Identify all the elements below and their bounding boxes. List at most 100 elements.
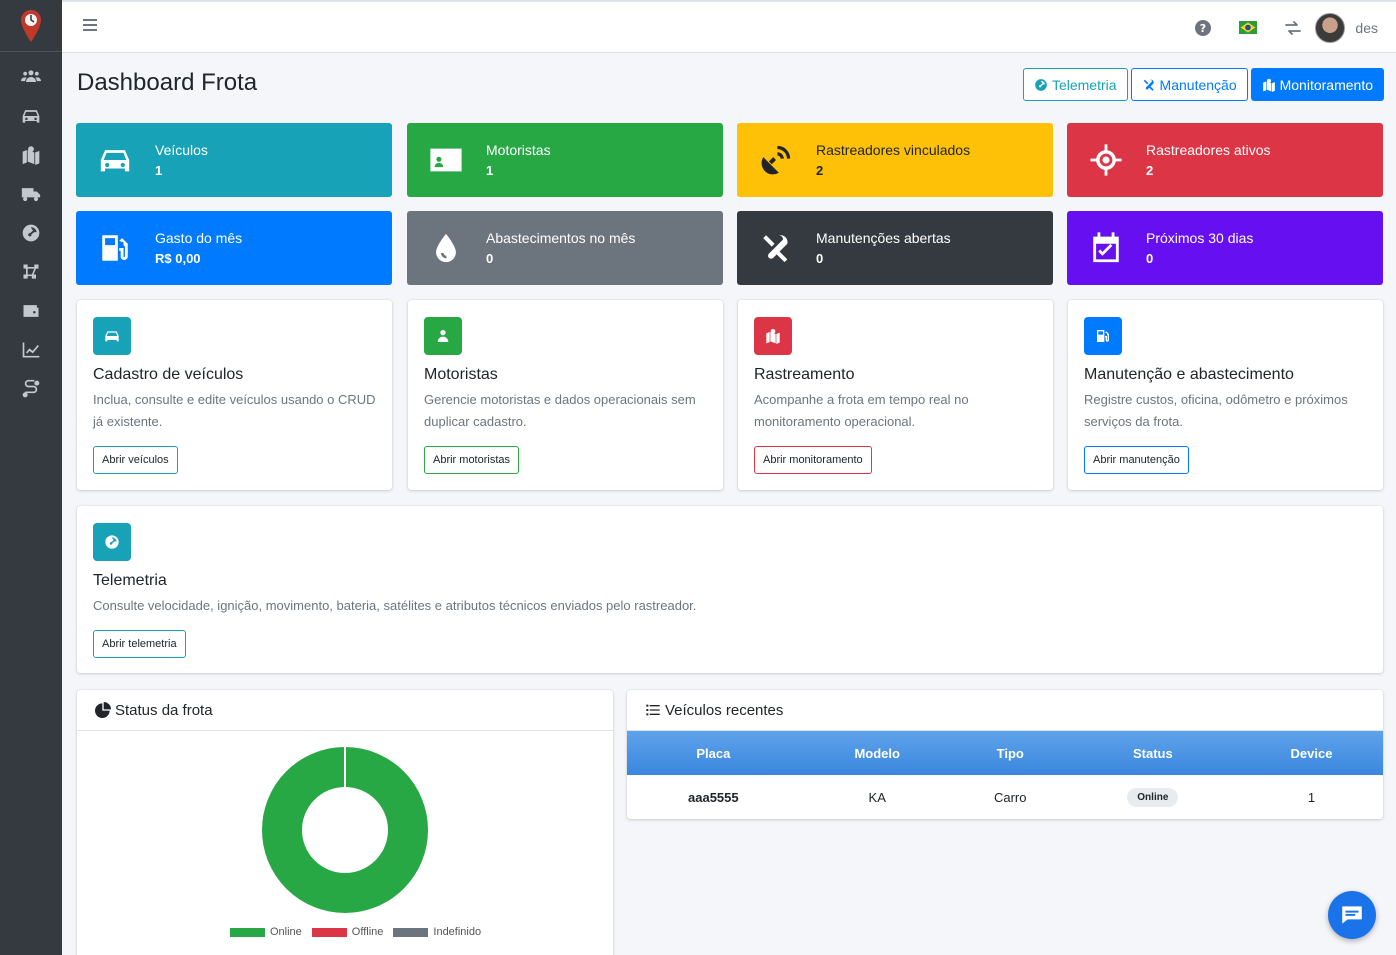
avatar[interactable]: [1315, 12, 1346, 43]
stat-label: Abastecimentos no mês: [486, 230, 636, 246]
monitoramento-button-label: Monitoramento: [1279, 76, 1373, 93]
legend-swatch-offline[interactable]: [311, 927, 347, 937]
feature-card-motoristas: Motoristas Gerencie motoristas e dados o…: [408, 300, 723, 490]
stat-rastreadores-vinculados[interactable]: Rastreadores vinculados 2: [737, 123, 1053, 197]
feature-icon-box: [754, 317, 792, 355]
sidebar-item-trucks[interactable]: [0, 174, 62, 213]
stat-veiculos[interactable]: Veículos 1: [76, 123, 392, 197]
veiculos-recentes-panel: Veículos recentes Placa Modelo Tipo Stat…: [627, 690, 1383, 819]
stat-label: Gasto do mês: [155, 230, 243, 246]
legend-swatch-online[interactable]: [230, 927, 265, 937]
stat-rastreadores-ativos[interactable]: Rastreadores ativos 2: [1067, 123, 1383, 197]
list-icon: [646, 704, 660, 716]
sidebar-item-wallet[interactable]: [0, 291, 62, 330]
users-icon: [21, 69, 41, 82]
feature-description: Consulte velocidade, ignição, movimento,…: [93, 598, 697, 613]
cell-status: Online: [1066, 775, 1240, 819]
column-header-device[interactable]: Device: [1240, 731, 1383, 775]
feature-description: Registre custos, oficina, odômetro e pró…: [1084, 392, 1348, 429]
legend-label-online[interactable]: Online: [270, 926, 302, 938]
abrir-motoristas-button[interactable]: Abrir motoristas: [424, 446, 520, 474]
chart-line-icon: [22, 342, 40, 357]
user-name[interactable]: des: [1355, 20, 1378, 36]
abrir-manutencao-button[interactable]: Abrir manutenção: [1084, 446, 1189, 474]
chart-pie-icon: [95, 702, 111, 718]
map-marked-icon: [1262, 78, 1275, 92]
wallet-icon: [23, 304, 39, 317]
status-badge: Online: [1127, 787, 1179, 807]
draw-polygon-icon: [23, 264, 39, 279]
feature-card-telemetria: Telemetria Consulte velocidade, ignição,…: [77, 506, 1383, 673]
page-title: Dashboard Frota: [77, 69, 258, 96]
stat-value: 1: [155, 163, 163, 178]
column-header-tipo[interactable]: Tipo: [955, 731, 1066, 775]
stat-label: Rastreadores vinculados: [816, 142, 971, 158]
legend-label-offline[interactable]: Offline: [352, 926, 384, 938]
column-header-placa[interactable]: Placa: [627, 731, 800, 775]
recent-vehicles-table: Placa Modelo Tipo Status Device aaa5555 …: [627, 731, 1383, 819]
svg-text:?: ?: [1200, 22, 1206, 35]
manutencao-button-label: Manutenção: [1159, 76, 1237, 93]
manutencao-button[interactable]: Manutenção: [1130, 68, 1248, 101]
map-marked-icon: [766, 329, 780, 344]
feature-title: Motoristas: [424, 366, 498, 383]
sidebar-item-telemetry[interactable]: [0, 213, 62, 252]
stat-value: 1: [486, 163, 494, 178]
brand-logo[interactable]: [0, 0, 62, 52]
feature-card-veiculos: Cadastro de veículos Inclua, consulte e …: [77, 300, 392, 490]
language-button[interactable]: [1225, 2, 1270, 53]
telemetria-button[interactable]: Telemetria: [1022, 68, 1128, 101]
stat-label: Motoristas: [486, 142, 551, 158]
tachometer-icon: [22, 224, 40, 241]
legend-label-indefinido[interactable]: Indefinido: [433, 926, 481, 938]
stat-value: 0: [486, 251, 494, 266]
sidebar-item-routes[interactable]: [0, 369, 62, 408]
stat-motoristas[interactable]: Motoristas 1: [407, 123, 723, 197]
feature-card-rastreamento: Rastreamento Acompanhe a frota em tempo …: [738, 300, 1053, 490]
stat-value: 2: [816, 163, 824, 178]
topbar: ? des: [62, 0, 1396, 53]
stat-gasto-mes[interactable]: Gasto do mês R$ 0,00: [76, 211, 392, 285]
column-header-status[interactable]: Status: [1066, 731, 1240, 775]
abrir-veiculos-button[interactable]: Abrir veículos: [93, 446, 178, 474]
gas-pump-icon: [1097, 330, 1109, 342]
route-icon: [22, 379, 40, 397]
column-header-modelo[interactable]: Modelo: [800, 731, 955, 775]
tachometer-icon: [105, 535, 119, 549]
sidebar-item-vehicles[interactable]: [0, 96, 62, 135]
satellite-dish-icon: [761, 145, 791, 175]
stat-proximos-30-dias[interactable]: Próximos 30 dias 0: [1067, 211, 1383, 285]
sidebar-item-reports[interactable]: [0, 330, 62, 369]
cell-modelo: KA: [868, 789, 886, 805]
sidebar-item-route[interactable]: [0, 252, 62, 291]
tools-icon: [763, 235, 788, 263]
monitoramento-button[interactable]: Monitoramento: [1250, 68, 1384, 101]
id-card-icon: [430, 148, 462, 172]
abrir-monitoramento-button[interactable]: Abrir monitoramento: [754, 446, 872, 474]
table-row[interactable]: aaa5555 KA Carro Online 1: [627, 775, 1383, 819]
feature-icon-box: [424, 317, 462, 355]
abrir-telemetria-button[interactable]: Abrir telemetria: [93, 630, 186, 658]
switch-button[interactable]: [1270, 2, 1315, 53]
map-pin-logo-icon: [21, 9, 41, 42]
feature-title: Telemetria: [93, 572, 167, 589]
sidebar-item-map[interactable]: [0, 135, 62, 174]
status-frota-panel: Status da frota Online Offline Indefinido: [77, 690, 613, 955]
tachometer-icon: [1035, 78, 1047, 91]
gas-pump-icon: [102, 235, 128, 261]
stat-manutencoes[interactable]: Manutenções abertas 0: [737, 211, 1053, 285]
switch-icon: [1285, 20, 1301, 35]
help-button[interactable]: ?: [1180, 2, 1225, 53]
telemetria-button-label: Telemetria: [1051, 76, 1117, 93]
legend-swatch-indefinido[interactable]: [393, 927, 429, 937]
sidebar-item-users[interactable]: [0, 57, 62, 96]
stat-abastecimentos[interactable]: Abastecimentos no mês 0: [407, 211, 723, 285]
sidebar: [0, 0, 62, 955]
droplet-icon: [436, 233, 456, 263]
feature-icon-box: [93, 523, 131, 561]
chat-icon: [1342, 906, 1362, 924]
hamburger-menu-button[interactable]: [83, 19, 97, 33]
chart-legend: Online Offline Indefinido: [220, 926, 481, 938]
user-tie-icon: [437, 330, 449, 342]
chat-button[interactable]: [1328, 891, 1376, 939]
